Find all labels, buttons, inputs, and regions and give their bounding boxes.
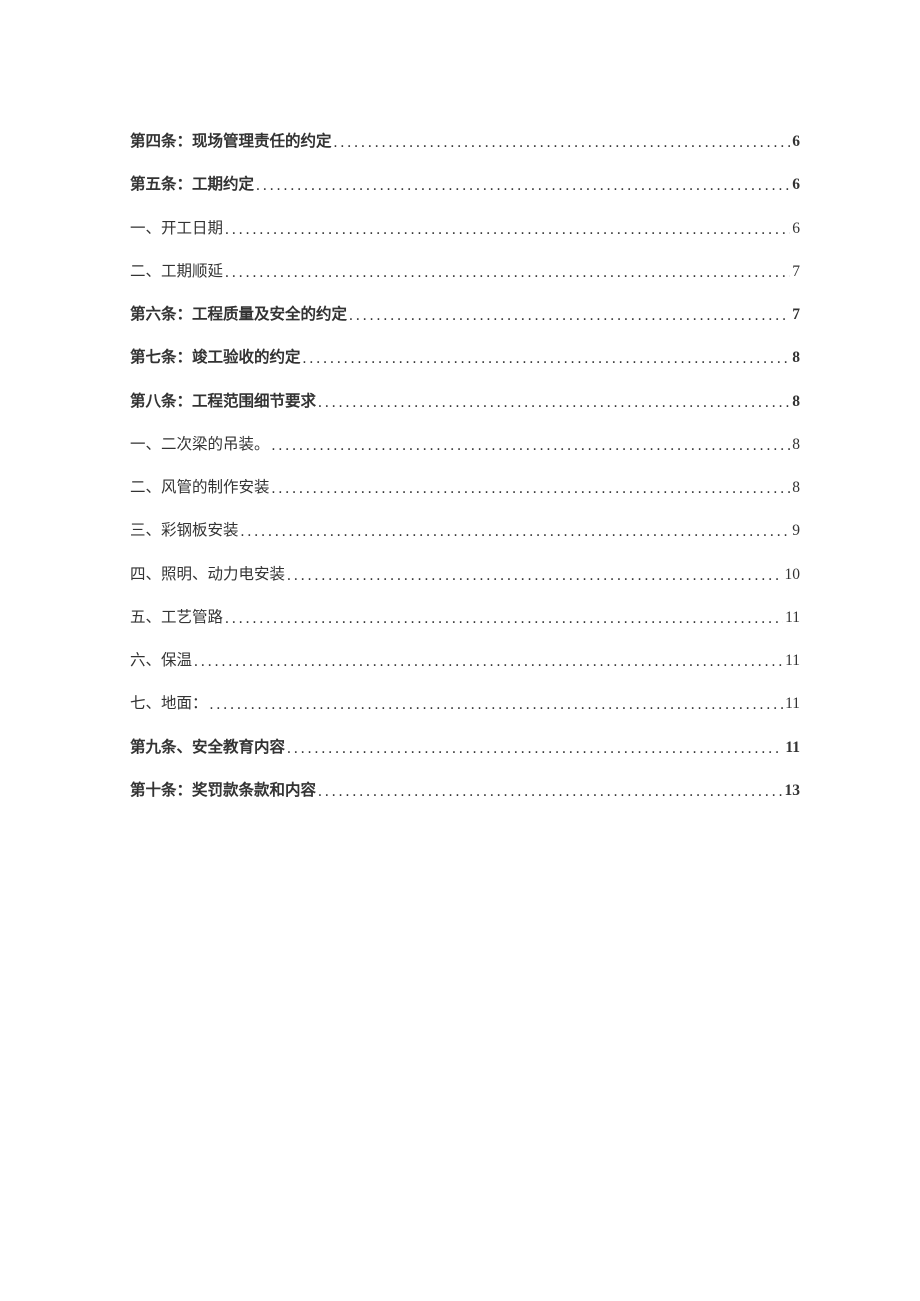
toc-page-number: 8: [790, 476, 800, 499]
toc-page-number: 13: [783, 779, 801, 802]
toc-page-number: 9: [790, 519, 800, 542]
toc-leader-dots: [192, 650, 783, 673]
toc-leader-dots: [254, 174, 790, 197]
toc-title: 第四条：现场管理责任的约定: [130, 130, 332, 153]
toc-page-number: 6: [790, 130, 800, 153]
toc-entry: 第九条、安全教育内容 11: [130, 736, 800, 759]
toc-leader-dots: [332, 131, 791, 154]
toc-page-number: 7: [790, 303, 800, 326]
toc-entry: 第十条：奖罚款条款和内容 13: [130, 779, 800, 802]
toc-page-number: 10: [783, 563, 801, 586]
toc-leader-dots: [316, 780, 782, 803]
toc-page-number: 6: [790, 217, 800, 240]
toc-title: 二、风管的制作安装: [130, 476, 270, 499]
toc-leader-dots: [270, 477, 791, 500]
toc-entry: 四、照明、动力电安装 10: [130, 563, 800, 586]
toc-leader-dots: [270, 434, 791, 457]
toc-entry: 五、工艺管路 11: [130, 606, 800, 629]
toc-entry: 七、地面： 11: [130, 692, 800, 715]
toc-page-number: 11: [783, 649, 800, 672]
toc-page-number: 8: [790, 433, 800, 456]
toc-leader-dots: [239, 520, 791, 543]
toc-entry: 二、风管的制作安装 8: [130, 476, 800, 499]
toc-entry: 第四条：现场管理责任的约定 6: [130, 130, 800, 153]
toc-page-number: 11: [783, 606, 800, 629]
toc-entry: 第七条：竣工验收的约定 8: [130, 346, 800, 369]
toc-title: 四、照明、动力电安装: [130, 563, 285, 586]
toc-leader-dots: [223, 261, 790, 284]
toc-title: 七、地面：: [130, 692, 208, 715]
toc-title: 一、二次梁的吊装。: [130, 433, 270, 456]
toc-entry: 三、彩钢板安装 9: [130, 519, 800, 542]
toc-leader-dots: [223, 218, 790, 241]
toc-entry: 第五条：工期约定 6: [130, 173, 800, 196]
table-of-contents: 第四条：现场管理责任的约定 6 第五条：工期约定 6 一、开工日期 6 二、工期…: [130, 130, 800, 802]
toc-title: 五、工艺管路: [130, 606, 223, 629]
toc-page-number: 11: [783, 692, 800, 715]
toc-leader-dots: [285, 737, 783, 760]
toc-page-number: 6: [790, 173, 800, 196]
toc-title: 第六条：工程质量及安全的约定: [130, 303, 347, 326]
toc-entry: 二、工期顺延 7: [130, 260, 800, 283]
toc-leader-dots: [316, 391, 790, 414]
toc-title: 第五条：工期约定: [130, 173, 254, 196]
toc-title: 一、开工日期: [130, 217, 223, 240]
toc-title: 二、工期顺延: [130, 260, 223, 283]
toc-title: 第八条：工程范围细节要求: [130, 390, 316, 413]
toc-title: 第九条、安全教育内容: [130, 736, 285, 759]
toc-title: 六、保温: [130, 649, 192, 672]
toc-page-number: 7: [790, 260, 800, 283]
toc-title: 第七条：竣工验收的约定: [130, 346, 301, 369]
toc-entry: 一、开工日期 6: [130, 217, 800, 240]
toc-page-number: 11: [783, 736, 800, 759]
toc-title: 第十条：奖罚款条款和内容: [130, 779, 316, 802]
toc-leader-dots: [347, 304, 790, 327]
toc-leader-dots: [208, 693, 784, 716]
toc-entry: 六、保温 11: [130, 649, 800, 672]
toc-page-number: 8: [790, 346, 800, 369]
toc-leader-dots: [285, 564, 782, 587]
toc-entry: 一、二次梁的吊装。 8: [130, 433, 800, 456]
toc-page-number: 8: [790, 390, 800, 413]
toc-title: 三、彩钢板安装: [130, 519, 239, 542]
toc-leader-dots: [301, 347, 791, 370]
toc-leader-dots: [223, 607, 783, 630]
toc-entry: 第六条：工程质量及安全的约定 7: [130, 303, 800, 326]
toc-entry: 第八条：工程范围细节要求 8: [130, 390, 800, 413]
